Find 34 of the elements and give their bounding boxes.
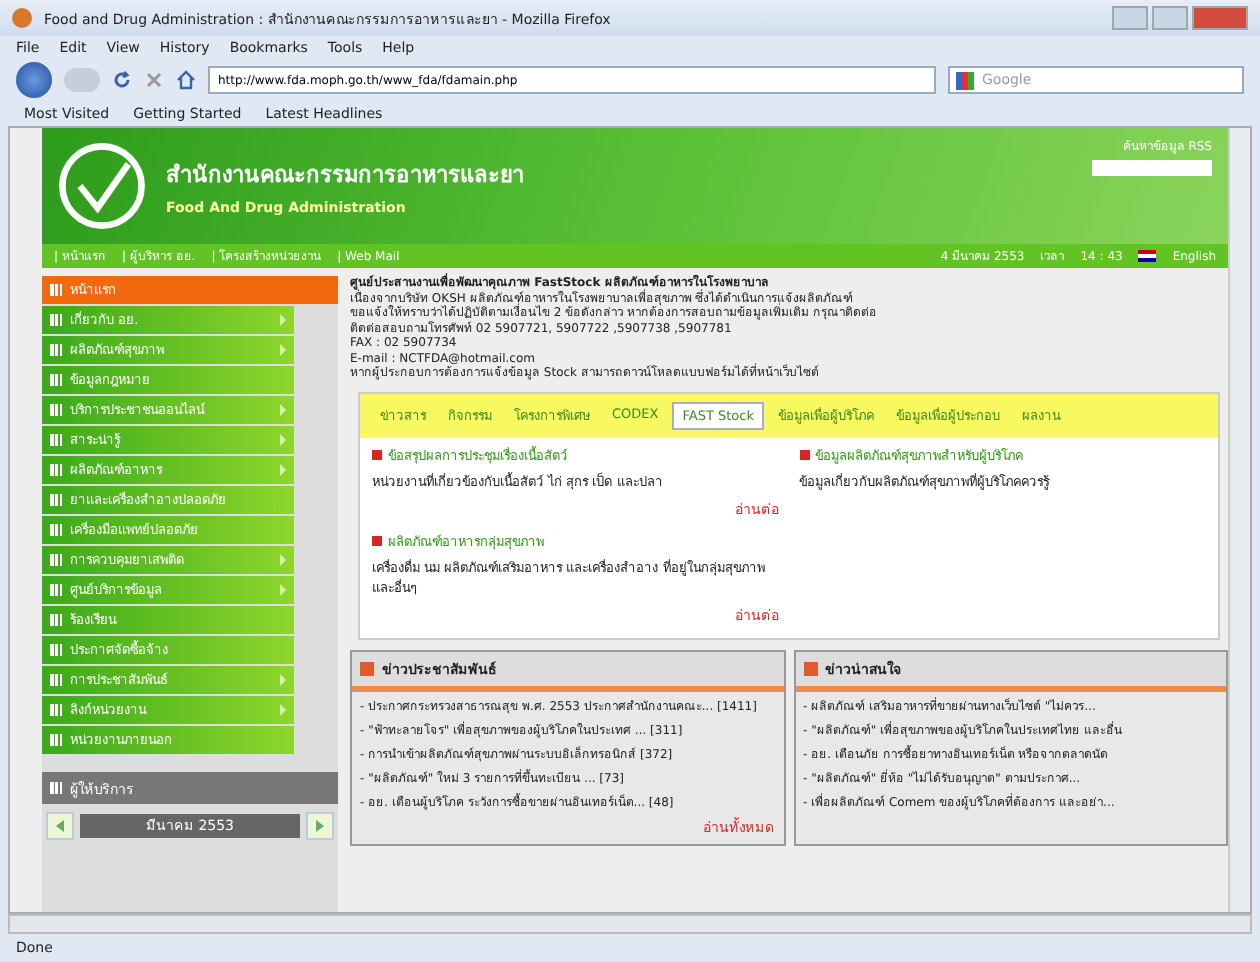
bar-chart-icon xyxy=(50,524,62,536)
checkmark-logo-icon xyxy=(58,142,146,230)
bar-chart-icon xyxy=(50,554,62,566)
bar-chart-icon xyxy=(50,374,62,386)
bar-chart-icon xyxy=(50,494,62,506)
maximize-button[interactable] xyxy=(1152,6,1188,30)
bar-chart-icon xyxy=(50,734,62,746)
back-button[interactable] xyxy=(16,62,52,98)
site-search-field[interactable] xyxy=(1092,160,1212,176)
bar-chart-icon xyxy=(50,644,62,656)
next-month-button[interactable] xyxy=(306,812,334,840)
bar-chart-icon xyxy=(50,674,62,686)
bar-chart-icon xyxy=(50,404,62,416)
bar-chart-icon xyxy=(50,434,62,446)
previous-month-button[interactable] xyxy=(46,812,74,840)
minimize-button[interactable] xyxy=(1112,6,1148,30)
bar-chart-icon xyxy=(50,584,62,596)
bar-chart-icon xyxy=(50,782,62,794)
horizontal-scrollbar[interactable] xyxy=(8,914,1252,934)
bar-chart-icon xyxy=(50,464,62,476)
bar-chart-icon xyxy=(50,344,62,356)
bar-chart-icon xyxy=(50,284,62,296)
square-icon xyxy=(803,661,817,675)
home-icon[interactable] xyxy=(176,70,196,90)
vertical-scrollbar[interactable] xyxy=(1228,128,1250,912)
reload-icon[interactable] xyxy=(112,70,132,90)
bar-chart-icon xyxy=(50,704,62,716)
stop-icon[interactable] xyxy=(144,70,164,90)
bar-chart-icon xyxy=(50,314,62,326)
square-icon xyxy=(360,661,374,675)
bar-chart-icon xyxy=(50,614,62,626)
close-button[interactable] xyxy=(1192,6,1248,30)
forward-button[interactable] xyxy=(64,68,100,92)
site-title: สำนักงานคณะกรรมการอาหารและยา xyxy=(166,160,526,192)
